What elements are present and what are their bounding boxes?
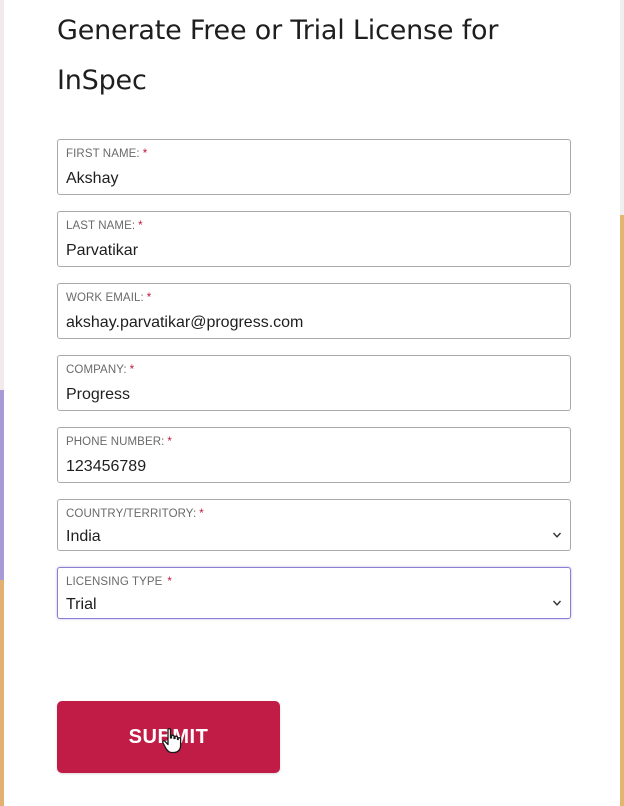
work-email-field[interactable]: WORK EMAIL: * akshay.parvatikar@progress.… [57, 283, 571, 339]
required-marker: * [199, 508, 204, 520]
chevron-down-icon[interactable] [552, 598, 562, 608]
work-email-label: WORK EMAIL: * [66, 292, 152, 304]
country-select[interactable]: COUNTRY/TERRITORY: * India [57, 499, 571, 551]
first-name-value[interactable]: Akshay [66, 170, 118, 188]
required-marker: * [138, 220, 143, 232]
page-edge-left-orange [0, 580, 4, 806]
page-edge-right [620, 0, 624, 215]
phone-number-value[interactable]: 123456789 [66, 458, 146, 476]
first-name-label: FIRST NAME: * [66, 148, 148, 160]
phone-number-field[interactable]: PHONE NUMBER: * 123456789 [57, 427, 571, 483]
work-email-value[interactable]: akshay.parvatikar@progress.com [66, 314, 303, 332]
country-label: COUNTRY/TERRITORY: * [66, 508, 204, 520]
form-title: Generate Free or Trial License for InSpe… [57, 15, 499, 96]
phone-number-label: PHONE NUMBER: * [66, 436, 172, 448]
last-name-label: LAST NAME: * [66, 220, 143, 232]
required-marker: * [167, 436, 172, 448]
required-marker: * [167, 576, 172, 588]
last-name-field[interactable]: LAST NAME: * Parvatikar [57, 211, 571, 267]
submit-button[interactable]: SUBMIT [57, 701, 280, 773]
page-edge-left [0, 0, 4, 390]
page-edge-right-orange [620, 215, 624, 806]
company-label: COMPANY: * [66, 364, 135, 376]
first-name-field[interactable]: FIRST NAME: * Akshay [57, 139, 571, 195]
chevron-down-icon[interactable] [552, 530, 562, 540]
required-marker: * [146, 292, 152, 304]
required-marker: * [129, 364, 135, 376]
last-name-value[interactable]: Parvatikar [66, 242, 138, 260]
licensing-type-select[interactable]: LICENSING TYPE * Trial [57, 567, 571, 619]
licensing-type-value[interactable]: Trial [66, 596, 97, 614]
company-value[interactable]: Progress [66, 386, 130, 404]
page-edge-left-purple [0, 390, 4, 580]
required-marker: * [142, 148, 148, 160]
country-value[interactable]: India [66, 528, 101, 546]
company-field[interactable]: COMPANY: * Progress [57, 355, 571, 411]
license-form: FIRST NAME: * Akshay LAST NAME: * Parvatik… [57, 139, 571, 635]
licensing-type-label: LICENSING TYPE * [66, 576, 172, 588]
